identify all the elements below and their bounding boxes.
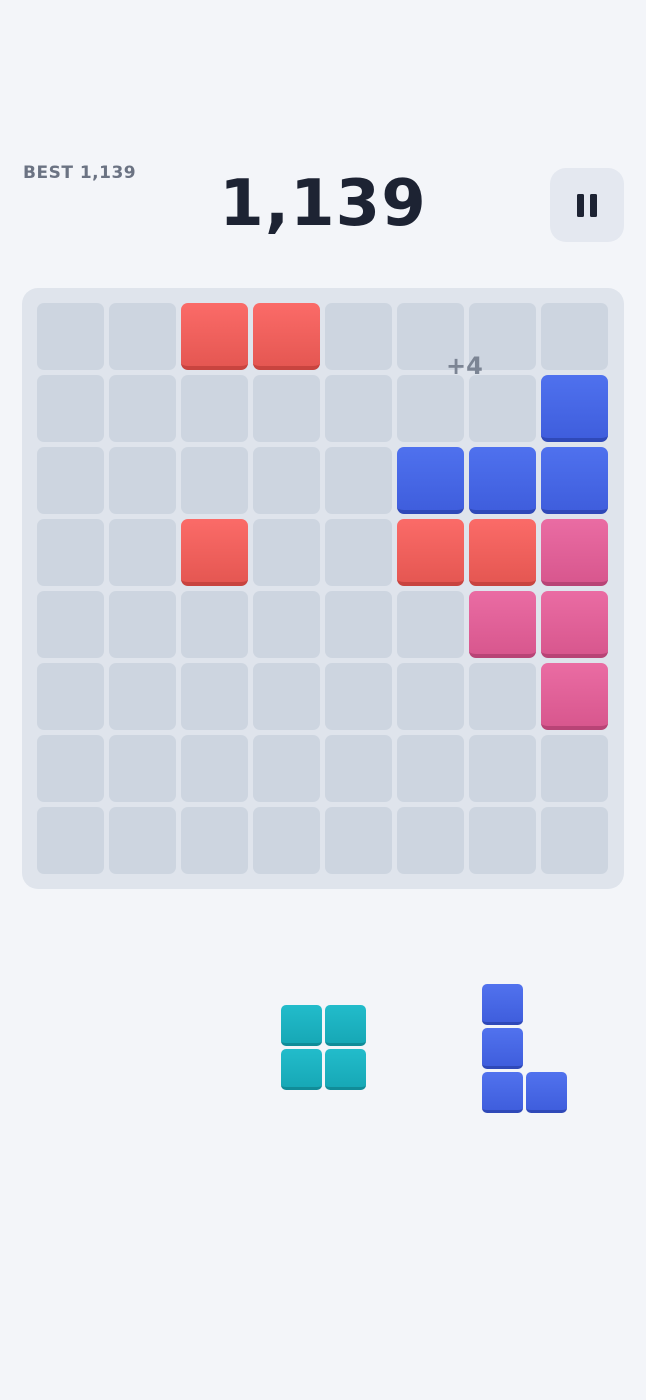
board-cell-filled-red[interactable] — [396, 518, 464, 586]
piece-block — [482, 1028, 523, 1069]
board-cell-empty[interactable] — [396, 374, 464, 442]
board-cell-empty[interactable] — [324, 806, 392, 874]
points-popup: +4 — [446, 352, 483, 380]
board-cell-empty[interactable] — [108, 734, 176, 802]
board-cell-empty[interactable] — [396, 734, 464, 802]
board-cell-empty[interactable] — [324, 734, 392, 802]
board-cell-empty[interactable] — [108, 446, 176, 514]
board-cell-filled-blue[interactable] — [396, 446, 464, 514]
board-cell-empty[interactable] — [180, 590, 248, 658]
board-cell-empty[interactable] — [324, 518, 392, 586]
board-cell-empty[interactable] — [252, 446, 320, 514]
board-cell-empty[interactable] — [252, 374, 320, 442]
board-cell-empty[interactable] — [108, 518, 176, 586]
piece-block — [482, 984, 523, 1025]
board-cell-empty[interactable] — [540, 734, 608, 802]
pause-button[interactable] — [550, 168, 624, 242]
board-cell-empty[interactable] — [468, 806, 536, 874]
board-cell-empty[interactable] — [36, 806, 104, 874]
board-cell-empty[interactable] — [36, 590, 104, 658]
board-cell-empty[interactable] — [468, 662, 536, 730]
board-cell-empty[interactable] — [180, 806, 248, 874]
board-cell-filled-red[interactable] — [252, 302, 320, 370]
board-cell-empty[interactable] — [324, 590, 392, 658]
board-cell-empty[interactable] — [252, 662, 320, 730]
board-cell-empty[interactable] — [180, 662, 248, 730]
board-cell-empty[interactable] — [324, 446, 392, 514]
board-cell-filled-pink[interactable] — [540, 662, 608, 730]
board-cell-empty[interactable] — [108, 302, 176, 370]
board-cell-empty[interactable] — [396, 590, 464, 658]
board-cell-empty[interactable] — [324, 302, 392, 370]
game-board[interactable] — [22, 288, 624, 889]
game-screen: BEST 1,139 1,139 +4 — [0, 0, 646, 1400]
board-cell-empty[interactable] — [540, 806, 608, 874]
board-cell-empty[interactable] — [180, 446, 248, 514]
board-cell-empty[interactable] — [108, 662, 176, 730]
piece-block — [526, 1072, 567, 1113]
board-cell-filled-red[interactable] — [468, 518, 536, 586]
board-cell-empty[interactable] — [36, 446, 104, 514]
board-cell-filled-blue[interactable] — [540, 446, 608, 514]
board-cell-filled-blue[interactable] — [540, 374, 608, 442]
board-cell-empty[interactable] — [252, 734, 320, 802]
board-cell-filled-pink[interactable] — [468, 590, 536, 658]
piece-block — [325, 1005, 366, 1046]
board-cell-empty[interactable] — [36, 374, 104, 442]
board-cell-empty[interactable] — [324, 662, 392, 730]
board-cell-empty[interactable] — [252, 806, 320, 874]
piece-block — [482, 1072, 523, 1113]
board-cell-filled-blue[interactable] — [468, 446, 536, 514]
board-cell-filled-red[interactable] — [180, 302, 248, 370]
board-cell-filled-pink[interactable] — [540, 518, 608, 586]
board-cell-empty[interactable] — [36, 302, 104, 370]
board-cell-empty[interactable] — [540, 302, 608, 370]
piece-block — [281, 1049, 322, 1090]
board-cell-empty[interactable] — [468, 734, 536, 802]
piece-block — [325, 1049, 366, 1090]
board-cell-empty[interactable] — [36, 518, 104, 586]
pause-icon-bar-left — [577, 194, 584, 217]
board-cell-empty[interactable] — [36, 662, 104, 730]
board-cell-filled-red[interactable] — [180, 518, 248, 586]
board-cell-empty[interactable] — [180, 734, 248, 802]
board-cell-empty[interactable] — [324, 374, 392, 442]
board-cell-empty[interactable] — [396, 662, 464, 730]
board-cell-empty[interactable] — [252, 590, 320, 658]
board-cell-filled-pink[interactable] — [540, 590, 608, 658]
board-cell-empty[interactable] — [252, 518, 320, 586]
board-cell-empty[interactable] — [108, 590, 176, 658]
piece-block — [281, 1005, 322, 1046]
board-cell-empty[interactable] — [180, 374, 248, 442]
pause-icon-bar-right — [590, 194, 597, 217]
board-cell-empty[interactable] — [108, 374, 176, 442]
board-cell-empty[interactable] — [36, 734, 104, 802]
board-cell-empty[interactable] — [468, 374, 536, 442]
board-cell-empty[interactable] — [396, 806, 464, 874]
board-cell-empty[interactable] — [108, 806, 176, 874]
